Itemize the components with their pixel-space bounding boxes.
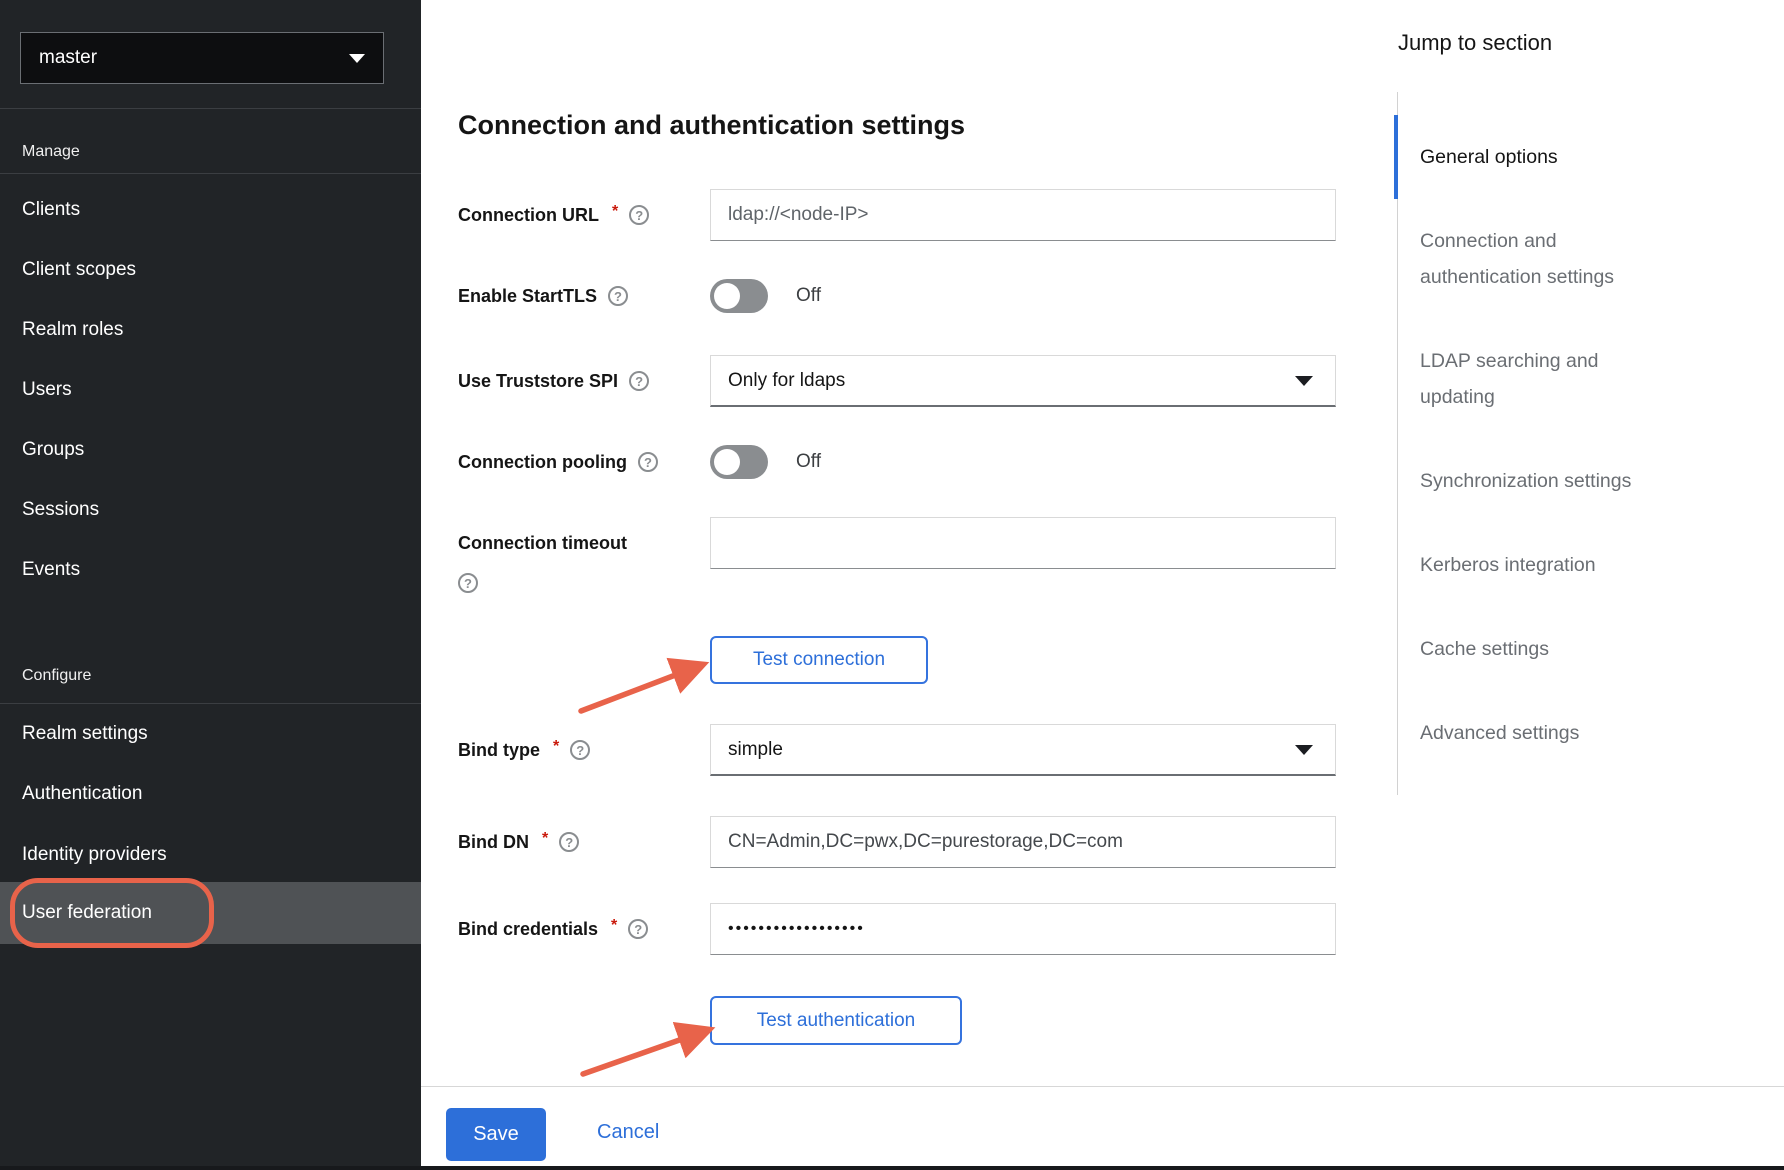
cancel-button[interactable]: Cancel [597,1121,659,1144]
truststore-spi-select[interactable]: Only for ldaps [710,355,1336,407]
sidebar-section-manage: Manage [22,137,80,167]
connection-pooling-toggle[interactable] [710,445,768,479]
help-icon[interactable]: ? [629,205,649,225]
sidebar-divider [0,173,421,174]
sidebar-item-client-scopes[interactable]: Client scopes [22,255,136,285]
chevron-down-icon [349,54,365,63]
sidebar-item-users[interactable]: Users [22,375,72,405]
test-connection-button[interactable]: Test connection [710,636,928,684]
sidebar-item-realm-roles[interactable]: Realm roles [22,315,123,345]
help-icon[interactable]: ? [608,286,628,306]
bind-credentials-input[interactable] [710,903,1336,955]
sidebar-item-realm-settings[interactable]: Realm settings [22,719,148,749]
bind-credentials-label: Bind credentials * ? [458,903,648,955]
jump-link-ldap-searching[interactable]: LDAP searching and updating [1420,343,1668,415]
help-icon[interactable]: ? [628,919,648,939]
bind-dn-label: Bind DN * ? [458,816,579,868]
help-icon[interactable]: ? [629,371,649,391]
sidebar-section-configure: Configure [22,661,91,691]
save-button[interactable]: Save [446,1108,546,1161]
jump-link-synchronization[interactable]: Synchronization settings [1420,463,1668,499]
annotation-arrow-test-connection [565,645,725,725]
bind-type-select[interactable]: simple [710,724,1336,776]
connection-url-input[interactable] [710,189,1336,241]
required-asterisk: * [612,203,618,221]
bind-type-label: Bind type * ? [458,724,590,776]
sidebar-item-clients[interactable]: Clients [22,195,80,225]
connection-url-label: Connection URL * ? [458,189,649,241]
required-asterisk: * [542,830,548,848]
sidebar-item-authentication[interactable]: Authentication [22,779,142,809]
required-asterisk: * [553,738,559,756]
help-icon[interactable]: ? [638,452,658,472]
jump-link-advanced[interactable]: Advanced settings [1420,715,1668,751]
bind-dn-input[interactable] [710,816,1336,868]
jump-nav-heading: Jump to section [1398,30,1552,56]
sidebar-item-events[interactable]: Events [22,555,80,585]
connection-timeout-label: Connection timeout ? [458,517,627,593]
jump-link-general-options[interactable]: General options [1420,139,1668,175]
sidebar-item-identity-providers[interactable]: Identity providers [22,840,167,870]
page-title: Connection and authentication settings [458,110,965,141]
jump-link-cache[interactable]: Cache settings [1420,631,1668,667]
truststore-spi-value: Only for ldaps [728,370,845,392]
jump-link-kerberos[interactable]: Kerberos integration [1420,547,1668,583]
sidebar-divider [0,108,421,109]
connection-pooling-state: Off [796,451,821,473]
sidebar-item-user-federation-label: User federation [22,898,152,928]
sidebar-item-user-federation[interactable]: User federation [0,882,421,944]
connection-pooling-label: Connection pooling ? [458,436,658,488]
jump-link-connection-auth[interactable]: Connection and authentication settings [1420,223,1668,295]
truststore-spi-label: Use Truststore SPI ? [458,355,649,407]
help-icon[interactable]: ? [570,740,590,760]
bind-type-value: simple [728,739,783,761]
jump-nav-active-indicator [1394,115,1398,199]
chevron-down-icon [1295,745,1313,755]
enable-starttls-label: Enable StartTLS ? [458,270,628,322]
test-authentication-button[interactable]: Test authentication [710,996,962,1045]
sidebar-item-groups[interactable]: Groups [22,435,84,465]
toggle-knob [714,449,740,475]
enable-starttls-toggle[interactable] [710,279,768,313]
toggle-knob [714,283,740,309]
window-bottom-edge [0,1166,1784,1170]
connection-timeout-input[interactable] [710,517,1336,569]
help-icon[interactable]: ? [458,573,478,593]
footer-divider [421,1086,1784,1087]
realm-selector[interactable]: master [20,32,384,84]
sidebar: master Manage Clients Client scopes Real… [0,0,421,1170]
sidebar-divider [0,703,421,704]
required-asterisk: * [611,917,617,935]
realm-name: master [39,47,97,69]
keycloak-admin-screen: master Manage Clients Client scopes Real… [0,0,1784,1170]
chevron-down-icon [1295,376,1313,386]
sidebar-item-sessions[interactable]: Sessions [22,495,99,525]
help-icon[interactable]: ? [559,832,579,852]
enable-starttls-state: Off [796,285,821,307]
